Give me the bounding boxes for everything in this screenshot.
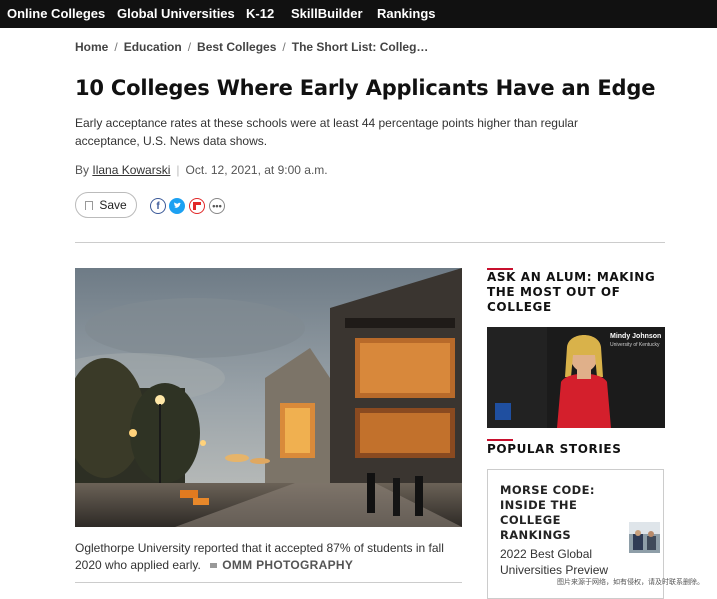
breadcrumb-best-colleges[interactable]: Best Colleges bbox=[197, 40, 276, 54]
caption-divider bbox=[75, 582, 462, 583]
story-title[interactable]: 2022 Best Global Universities Preview bbox=[500, 546, 610, 578]
video-player[interactable]: Mindy Johnson University of Kentucky bbox=[487, 327, 665, 428]
save-label: Save bbox=[99, 198, 127, 212]
popular-stories-heading: POPULAR STORIES bbox=[487, 442, 622, 456]
nav-k12[interactable]: K-12 bbox=[246, 6, 274, 21]
breadcrumb-separator: / bbox=[282, 40, 286, 54]
breadcrumb-education[interactable]: Education bbox=[124, 40, 182, 54]
byline-prefix: By bbox=[75, 163, 90, 177]
video-speaker-school: University of Kentucky bbox=[610, 342, 660, 348]
twitter-icon[interactable] bbox=[169, 198, 185, 214]
article-dek: Early acceptance rates at these schools … bbox=[75, 116, 578, 148]
breadcrumb-home[interactable]: Home bbox=[75, 40, 108, 54]
flipboard-icon[interactable] bbox=[189, 198, 205, 214]
ask-alum-heading: ASK AN ALUM: MAKING THE MOST OUT OF COLL… bbox=[487, 270, 656, 314]
byline: By Ilana Kowarski | Oct. 12, 2021, at 9:00… bbox=[75, 163, 328, 177]
save-button[interactable]: Save bbox=[75, 192, 137, 218]
article-photo bbox=[75, 268, 462, 527]
section-accent-bar bbox=[487, 439, 513, 441]
publish-date: Oct. 12, 2021, at 9:00 a.m. bbox=[185, 163, 328, 177]
watermark-text: 图片来源于网络，如有侵权，请及时联系删除。 bbox=[557, 578, 704, 586]
breadcrumb-separator: / bbox=[187, 40, 192, 54]
camera-icon bbox=[210, 563, 218, 569]
video-speaker-name: Mindy Johnson bbox=[610, 333, 662, 340]
byline-divider: | bbox=[176, 163, 180, 177]
photo-caption: Oglethorpe University reported that it a… bbox=[75, 540, 460, 574]
top-nav: Online Colleges Global Universities K-12… bbox=[0, 0, 717, 28]
bookmark-icon bbox=[85, 200, 94, 210]
story-kicker: MORSE CODE: INSIDE THE COLLEGE RANKINGS bbox=[500, 483, 595, 542]
nav-rankings[interactable]: Rankings bbox=[377, 6, 436, 21]
article-title: 10 Colleges Where Early Applicants Have … bbox=[75, 76, 656, 100]
facebook-icon[interactable]: f bbox=[150, 198, 166, 214]
nav-online-colleges[interactable]: Online Colleges bbox=[7, 6, 105, 21]
divider bbox=[75, 242, 665, 243]
nav-global-universities[interactable]: Global Universities bbox=[117, 6, 235, 21]
breadcrumb: Home / Education / Best Colleges / The Short L… bbox=[75, 40, 428, 54]
breadcrumb-short-list[interactable]: The Short List: Colleg… bbox=[292, 40, 429, 54]
more-icon[interactable]: ••• bbox=[209, 198, 225, 214]
author-link[interactable]: Ilana Kowarski bbox=[92, 163, 170, 177]
story-thumbnail[interactable] bbox=[629, 522, 660, 553]
breadcrumb-separator: / bbox=[114, 40, 118, 54]
photo-credit: OMM PHOTOGRAPHY bbox=[222, 558, 354, 572]
nav-skillbuilder[interactable]: SkillBuilder bbox=[291, 6, 363, 21]
